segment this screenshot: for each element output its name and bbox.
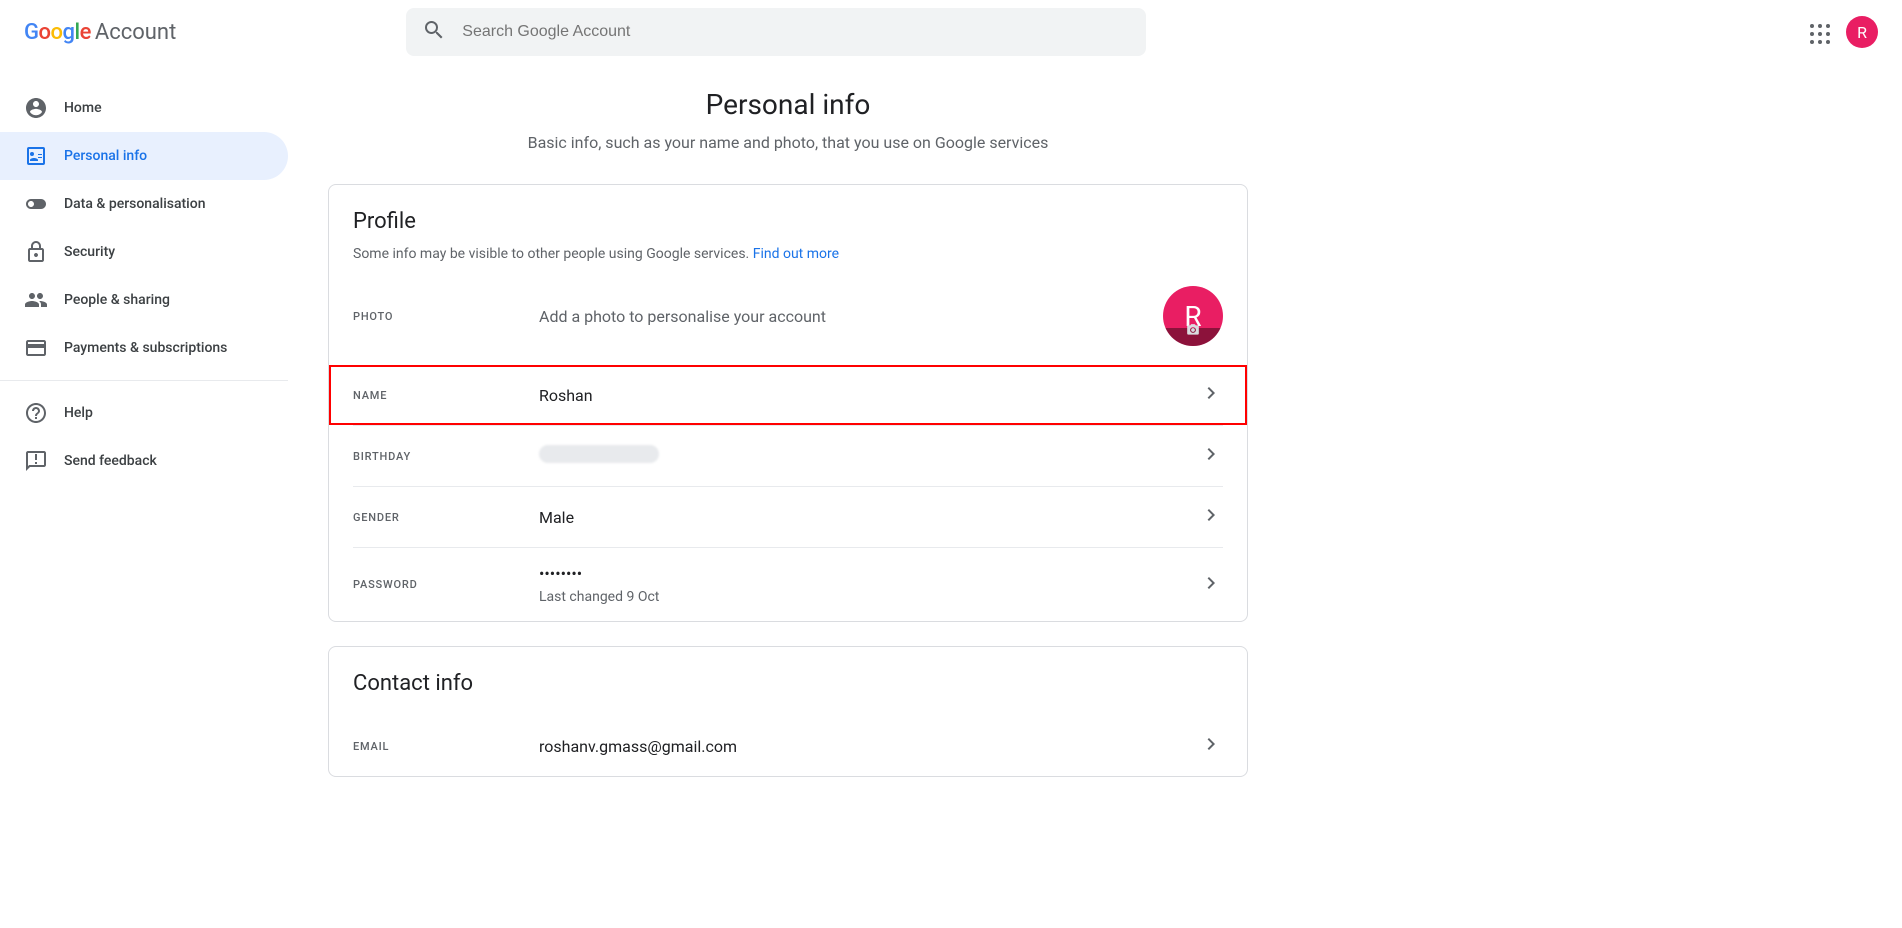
lock-icon (24, 240, 48, 264)
sidebar-item-label: Personal info (64, 148, 147, 164)
gender-label: GENDER (353, 511, 539, 524)
contact-card-header: Contact info (329, 647, 1247, 716)
profile-card: Profile Some info may be visible to othe… (328, 184, 1248, 622)
account-avatar[interactable]: R (1846, 16, 1878, 48)
email-label: EMAIL (353, 740, 539, 753)
password-sub: Last changed 9 Oct (539, 589, 1199, 605)
photo-label: PHOTO (353, 310, 539, 323)
email-value: roshanv.gmass@gmail.com (539, 737, 1199, 756)
main-content: Personal info Basic info, such as your n… (288, 64, 1288, 825)
contact-email-row[interactable]: EMAIL roshanv.gmass@gmail.com (353, 716, 1223, 776)
profile-card-subtitle: Some info may be visible to other people… (353, 246, 1223, 262)
gender-value: Male (539, 508, 1199, 527)
search-box[interactable] (406, 8, 1146, 56)
sidebar-item-feedback[interactable]: Send feedback (0, 437, 288, 485)
credit-card-icon (24, 336, 48, 360)
chevron-right-icon (1199, 732, 1223, 760)
profile-photo-row[interactable]: PHOTO Add a photo to personalise your ac… (329, 270, 1247, 366)
profile-find-out-more-link[interactable]: Find out more (753, 246, 839, 262)
profile-name-row[interactable]: NAME Roshan (329, 365, 1247, 425)
profile-subtitle-text: Some info may be visible to other people… (353, 246, 753, 262)
profile-card-title: Profile (353, 209, 1223, 234)
google-logo-text: Google (24, 20, 91, 45)
toggle-icon (24, 192, 48, 216)
search-icon (422, 18, 446, 46)
header-right: R (1806, 16, 1886, 48)
contact-card: Contact info EMAIL roshanv.gmass@gmail.c… (328, 646, 1248, 777)
sidebar-divider (0, 380, 288, 381)
sidebar-item-label: Payments & subscriptions (64, 340, 227, 356)
sidebar-item-people-sharing[interactable]: People & sharing (0, 276, 288, 324)
sidebar-item-help[interactable]: Help (0, 389, 288, 437)
sidebar-item-security[interactable]: Security (0, 228, 288, 276)
google-account-logo[interactable]: Google Account (24, 20, 176, 45)
page-subtitle: Basic info, such as your name and photo,… (328, 133, 1248, 152)
profile-gender-row[interactable]: GENDER Male (353, 486, 1223, 547)
camera-icon (1186, 311, 1200, 344)
birthday-label: BIRTHDAY (353, 450, 539, 463)
sidebar-item-label: Send feedback (64, 453, 157, 469)
chevron-right-icon (1199, 442, 1223, 470)
people-icon (24, 288, 48, 312)
feedback-icon (24, 449, 48, 473)
sidebar-item-label: Help (64, 405, 93, 421)
avatar-letter: R (1857, 23, 1867, 42)
profile-birthday-row[interactable]: BIRTHDAY (353, 425, 1223, 486)
password-dots: •••••••• (539, 564, 1199, 583)
profile-photo-avatar[interactable]: R (1163, 286, 1223, 346)
password-value: •••••••• Last changed 9 Oct (539, 564, 1199, 605)
chevron-right-icon (1199, 571, 1223, 599)
sidebar: Home Personal info Data & personalisatio… (0, 64, 288, 825)
sidebar-item-personal-info[interactable]: Personal info (0, 132, 288, 180)
sidebar-item-data-personalisation[interactable]: Data & personalisation (0, 180, 288, 228)
contact-card-title: Contact info (353, 671, 1223, 696)
profile-card-header: Profile Some info may be visible to othe… (329, 185, 1247, 270)
sidebar-item-label: Home (64, 100, 102, 116)
help-icon (24, 401, 48, 425)
name-label: NAME (353, 389, 539, 402)
search-container (406, 8, 1146, 56)
profile-password-row[interactable]: PASSWORD •••••••• Last changed 9 Oct (353, 547, 1223, 621)
logo-account-text: Account (95, 20, 176, 45)
photo-hint: Add a photo to personalise your account (539, 307, 1163, 326)
page-title: Personal info (328, 88, 1248, 121)
personal-info-icon (24, 144, 48, 168)
sidebar-item-label: People & sharing (64, 292, 170, 308)
sidebar-item-payments-subscriptions[interactable]: Payments & subscriptions (0, 324, 288, 372)
sidebar-item-label: Security (64, 244, 115, 260)
sidebar-item-home[interactable]: Home (0, 84, 288, 132)
chevron-right-icon (1199, 381, 1223, 409)
password-label: PASSWORD (353, 578, 539, 591)
chevron-right-icon (1199, 503, 1223, 531)
google-apps-icon[interactable] (1806, 20, 1830, 44)
search-input[interactable] (462, 23, 1130, 41)
home-icon (24, 96, 48, 120)
sidebar-item-label: Data & personalisation (64, 196, 206, 212)
header: Google Account R (0, 0, 1902, 64)
birthday-redacted (539, 445, 659, 463)
name-value: Roshan (539, 386, 1199, 405)
birthday-value (539, 445, 1199, 467)
